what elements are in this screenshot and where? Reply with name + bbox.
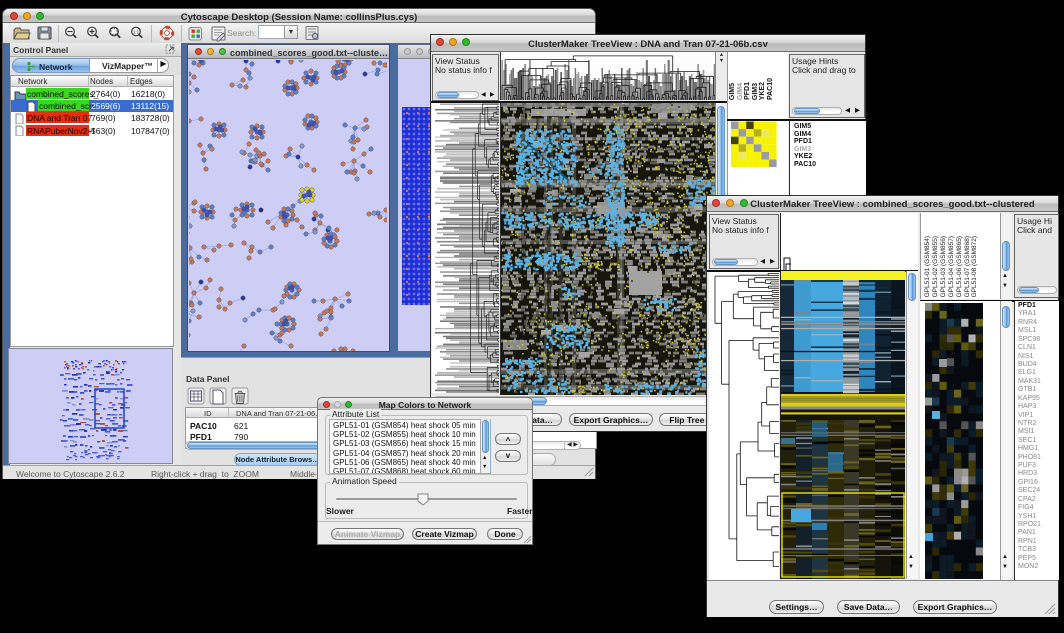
svg-text:1:1: 1:1 [133, 30, 140, 35]
